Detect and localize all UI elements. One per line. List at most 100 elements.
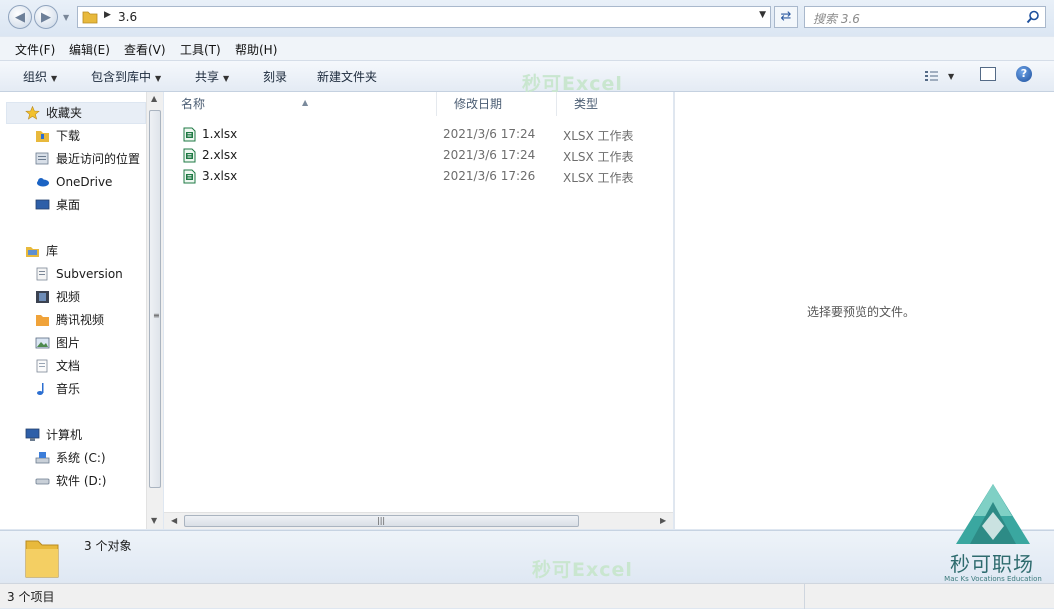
preview-pane-icon[interactable] bbox=[980, 67, 996, 81]
navigation-pane: 收藏夹 下载 最近访问的位置 OneDrive 桌面 库 Subversion … bbox=[0, 92, 163, 529]
file-name: 3.xlsx bbox=[202, 169, 238, 183]
menu-file[interactable]: 文件(F) bbox=[15, 41, 55, 58]
menu-tools[interactable]: 工具(T) bbox=[180, 41, 221, 58]
nav-label: Subversion bbox=[56, 267, 123, 281]
file-type: XLSX 工作表 bbox=[563, 150, 634, 164]
folder-icon bbox=[36, 315, 49, 326]
recent-places-icon bbox=[35, 152, 49, 165]
preview-message: 选择要预览的文件。 bbox=[807, 305, 916, 319]
burn-button[interactable]: 刻录 bbox=[263, 68, 287, 85]
document-icon bbox=[36, 359, 48, 373]
nav-label: 桌面 bbox=[56, 198, 81, 212]
nav-label: 图片 bbox=[56, 336, 81, 350]
file-type: XLSX 工作表 bbox=[563, 129, 634, 143]
computer-icon bbox=[25, 428, 40, 441]
nav-label: OneDrive bbox=[56, 175, 113, 189]
table-row[interactable]: 3.xlsx 2021/3/6 17:26 XLSX 工作表 bbox=[181, 166, 651, 187]
file-modified: 2021/3/6 17:24 bbox=[443, 127, 536, 141]
share-button[interactable]: 共享 ▼ bbox=[195, 68, 229, 85]
logo-subtitle: Mac Ks Vocations Education bbox=[944, 575, 1042, 583]
address-history-dropdown[interactable]: ▼ bbox=[759, 10, 766, 20]
scroll-up-arrow-icon[interactable]: ▲ bbox=[151, 94, 157, 103]
star-icon bbox=[25, 106, 40, 120]
column-header-modified[interactable]: 修改日期 bbox=[437, 92, 557, 116]
navigation-scrollbar[interactable]: ▲ ≡ ▼ bbox=[146, 92, 163, 529]
nav-label: 软件 (D:) bbox=[56, 474, 107, 488]
folder-icon bbox=[25, 540, 59, 578]
excel-file-icon bbox=[183, 169, 196, 184]
menu-edit[interactable]: 编辑(E) bbox=[69, 41, 110, 58]
drive-icon bbox=[35, 478, 50, 485]
file-name: 1.xlsx bbox=[202, 127, 238, 141]
status-text: 3 个项目 bbox=[7, 590, 55, 604]
excel-file-icon bbox=[183, 148, 196, 163]
nav-label: 视频 bbox=[56, 290, 81, 304]
breadcrumb-current[interactable]: 3.6 bbox=[118, 10, 137, 24]
table-row[interactable]: 1.xlsx 2021/3/6 17:24 XLSX 工作表 bbox=[181, 124, 651, 145]
scrollbar-thumb[interactable]: ≡ bbox=[149, 110, 161, 488]
breadcrumb-arrow-icon[interactable]: ▶ bbox=[104, 10, 111, 20]
nav-label: 收藏夹 bbox=[46, 106, 83, 120]
new-folder-button[interactable]: 新建文件夹 bbox=[317, 68, 377, 85]
menu-help[interactable]: 帮助(H) bbox=[235, 41, 277, 58]
watermark: 秒可Excel bbox=[532, 559, 633, 581]
forward-icon: ▶ bbox=[41, 9, 51, 25]
system-drive-icon bbox=[35, 452, 50, 464]
mountain-logo-icon bbox=[956, 484, 1030, 544]
nav-label: 文档 bbox=[56, 359, 81, 373]
document-icon bbox=[36, 267, 48, 281]
preview-pane: 选择要预览的文件。 bbox=[674, 92, 1054, 529]
scroll-left-arrow-icon[interactable]: ◀ bbox=[171, 516, 177, 525]
status-bar: 3 个项目 bbox=[0, 583, 1054, 609]
horizontal-scrollbar[interactable]: ◀ ||| ▶ bbox=[164, 512, 673, 529]
details-pane: 3 个对象 秒可Excel bbox=[0, 530, 1054, 582]
column-header-type[interactable]: 类型 bbox=[557, 92, 673, 116]
back-button[interactable]: ◀ bbox=[8, 5, 32, 29]
column-header-name[interactable]: 名称 ▲ bbox=[164, 92, 437, 116]
address-box[interactable]: ▶ 3.6 ▼ bbox=[77, 6, 771, 28]
folder-icon bbox=[82, 11, 98, 24]
library-icon bbox=[26, 247, 39, 257]
search-icon[interactable] bbox=[1026, 10, 1040, 24]
help-icon[interactable]: ? bbox=[1016, 66, 1032, 82]
nav-label: 音乐 bbox=[56, 382, 81, 396]
excel-file-icon bbox=[183, 127, 196, 142]
menu-view[interactable]: 查看(V) bbox=[124, 41, 166, 58]
nav-label: 库 bbox=[46, 244, 59, 258]
change-view-button[interactable]: ▼ bbox=[924, 68, 954, 83]
picture-icon bbox=[35, 337, 50, 349]
table-row[interactable]: 2.xlsx 2021/3/6 17:24 XLSX 工作表 bbox=[181, 145, 651, 166]
file-type: XLSX 工作表 bbox=[563, 171, 634, 185]
search-placeholder: 搜索 3.6 bbox=[813, 12, 860, 26]
film-icon bbox=[36, 291, 49, 303]
grip-icon: ||| bbox=[377, 516, 386, 525]
scrollbar-thumb[interactable]: ||| bbox=[184, 515, 579, 527]
menu-bar: 文件(F) 编辑(E) 查看(V) 工具(T) 帮助(H) bbox=[0, 37, 1054, 61]
scroll-right-arrow-icon[interactable]: ▶ bbox=[660, 516, 666, 525]
address-bar-row: ◀ ▶ ▼ ▶ 3.6 ▼ ⇄ 搜索 3.6 bbox=[0, 0, 1054, 36]
refresh-icon: ⇄ bbox=[780, 9, 792, 24]
nav-label: 系统 (C:) bbox=[56, 451, 106, 465]
back-icon: ◀ bbox=[15, 9, 25, 25]
scroll-down-arrow-icon[interactable]: ▼ bbox=[151, 516, 157, 525]
nav-label: 最近访问的位置 bbox=[56, 152, 141, 166]
item-count: 3 个对象 bbox=[84, 539, 132, 553]
organize-button[interactable]: 组织 ▼ bbox=[23, 68, 57, 85]
forward-button[interactable]: ▶ bbox=[34, 5, 58, 29]
nav-label: 下载 bbox=[56, 129, 81, 143]
search-input[interactable]: 搜索 3.6 bbox=[804, 6, 1046, 28]
file-name: 2.xlsx bbox=[202, 148, 238, 162]
refresh-button[interactable]: ⇄ bbox=[774, 6, 798, 28]
include-in-library-button[interactable]: 包含到库中 ▼ bbox=[91, 68, 161, 85]
file-modified: 2021/3/6 17:24 bbox=[443, 148, 536, 162]
file-list: 名称 ▲ 修改日期 类型 1.xlsx 2021/3/6 17:24 XLSX … bbox=[164, 92, 673, 529]
recent-pages-dropdown[interactable]: ▼ bbox=[63, 13, 72, 22]
grip-icon: ≡ bbox=[153, 311, 160, 320]
nav-label: 计算机 bbox=[46, 428, 83, 442]
command-bar: 组织 ▼ 包含到库中 ▼ 共享 ▼ 刻录 新建文件夹 秒可Excel ▼ ? bbox=[0, 61, 1054, 95]
nav-label: 腾讯视频 bbox=[56, 313, 105, 327]
file-modified: 2021/3/6 17:26 bbox=[443, 169, 536, 183]
view-icon bbox=[925, 70, 938, 81]
download-folder-icon bbox=[36, 131, 49, 142]
desktop-icon bbox=[35, 199, 50, 210]
